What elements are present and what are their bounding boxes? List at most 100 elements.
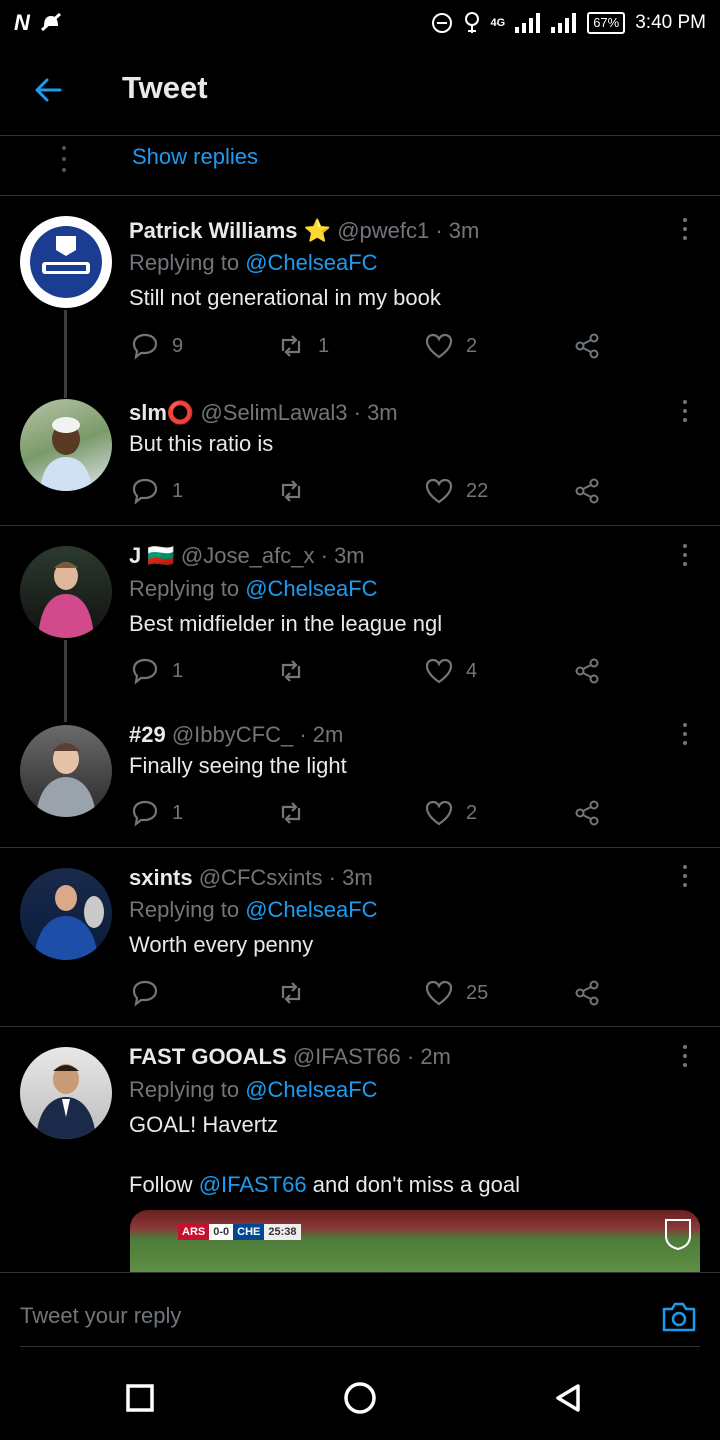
tweet-header: #29 @IbbyCFC_ · 2m — [129, 722, 343, 748]
author-name[interactable]: J 🇧🇬 — [129, 543, 175, 568]
thread-line — [64, 310, 67, 398]
tweet-actions: 1 2 — [130, 797, 610, 829]
tweet-actions: 9 1 2 — [130, 330, 610, 362]
tweet-time: · 3m — [328, 865, 373, 890]
more-options-icon[interactable] — [682, 400, 688, 422]
tweet-time: · 3m — [435, 218, 480, 243]
tweet-header: J 🇧🇬 @Jose_afc_x · 3m — [129, 543, 365, 569]
everton-crest-icon — [22, 218, 110, 306]
like-button[interactable]: 25 — [424, 977, 488, 1009]
app-header: Tweet — [0, 46, 720, 136]
share-icon — [575, 800, 599, 826]
divider — [0, 525, 720, 526]
retweet-button[interactable] — [276, 797, 318, 829]
retweet-button[interactable] — [276, 475, 318, 507]
reply-button[interactable]: 1 — [130, 655, 183, 687]
tweet-media-video[interactable]: ARS 0-0 CHE 25:38 — [130, 1210, 700, 1272]
back-triangle-icon[interactable] — [548, 1378, 588, 1418]
retweet-icon — [281, 660, 301, 682]
like-button[interactable]: 22 — [424, 475, 488, 507]
reply-input[interactable]: Tweet your reply — [20, 1303, 181, 1329]
reply-button[interactable]: 1 — [130, 797, 183, 829]
mention-link[interactable]: @ChelseaFC — [245, 576, 377, 601]
tweet-header: sxints @CFCsxints · 3m — [129, 865, 373, 891]
home-circle-icon[interactable] — [340, 1378, 380, 1418]
author-handle[interactable]: @Jose_afc_x — [181, 543, 315, 568]
back-arrow-icon[interactable] — [30, 72, 66, 108]
share-icon — [575, 478, 599, 504]
more-options-icon[interactable] — [682, 865, 688, 887]
mention-link[interactable]: @ChelseaFC — [245, 1077, 377, 1102]
tweet-text: But this ratio is — [129, 431, 274, 456]
avatar[interactable] — [20, 399, 112, 491]
author-handle[interactable]: @IbbyCFC_ — [172, 722, 293, 747]
avatar[interactable] — [20, 546, 112, 638]
more-options-icon[interactable] — [682, 723, 688, 745]
like-button[interactable]: 2 — [424, 330, 477, 362]
share-button[interactable] — [572, 330, 602, 362]
person-photo-icon — [40, 417, 92, 491]
reply-button[interactable]: 9 — [130, 330, 183, 362]
tweet-time: · 2m — [299, 722, 344, 747]
divider — [0, 1026, 720, 1027]
author-handle[interactable]: @CFCsxints — [199, 865, 323, 890]
heart-icon — [425, 658, 453, 684]
mention-link[interactable]: @ChelseaFC — [245, 250, 377, 275]
author-handle[interactable]: @IFAST66 — [293, 1044, 401, 1069]
divider — [0, 847, 720, 848]
mention-link[interactable]: @IFAST66 — [199, 1172, 307, 1197]
retweet-button[interactable]: 1 — [276, 330, 329, 362]
replying-to: Replying to @ChelseaFC — [129, 576, 378, 601]
retweet-button[interactable] — [276, 655, 318, 687]
avatar[interactable] — [20, 725, 112, 817]
show-replies-row[interactable]: Show replies — [0, 136, 720, 196]
reply-button[interactable]: 1 — [130, 475, 183, 507]
share-button[interactable] — [572, 977, 602, 1009]
retweet-icon — [281, 480, 301, 502]
author-handle[interactable]: @SelimLawal3 — [200, 400, 347, 425]
scoreboard: ARS 0-0 CHE 25:38 — [178, 1224, 301, 1240]
tweet-header: Patrick Williams ⭐ @pwefc1 · 3m — [129, 218, 479, 244]
share-button[interactable] — [572, 655, 602, 687]
mention-link[interactable]: @ChelseaFC — [245, 897, 377, 922]
like-button[interactable]: 2 — [424, 797, 477, 829]
share-button[interactable] — [572, 797, 602, 829]
tweet-time: · 3m — [320, 543, 365, 568]
heart-icon — [425, 800, 453, 826]
tweet-actions: 25 — [130, 977, 610, 1009]
match-clock: 25:38 — [264, 1224, 301, 1240]
recents-square-icon[interactable] — [120, 1378, 160, 1418]
notification-muted-icon — [40, 12, 61, 32]
player-photo-icon — [38, 562, 94, 638]
avatar[interactable] — [20, 868, 112, 960]
like-button[interactable]: 4 — [424, 655, 477, 687]
thread-dots-icon — [62, 146, 66, 172]
share-button[interactable] — [572, 475, 602, 507]
author-name[interactable]: sxints — [129, 865, 193, 890]
show-replies-link[interactable]: Show replies — [132, 144, 258, 170]
reply-icon — [132, 658, 158, 685]
tweet-time: · 3m — [353, 400, 398, 425]
author-name[interactable]: slm⭕ — [129, 400, 194, 425]
more-options-icon[interactable] — [682, 1045, 688, 1067]
camera-icon[interactable] — [660, 1299, 698, 1335]
reply-button[interactable] — [130, 977, 172, 1009]
share-icon — [575, 333, 599, 359]
retweet-icon — [281, 335, 301, 357]
author-name[interactable]: FAST GOOALS — [129, 1044, 287, 1069]
reply-composer[interactable]: Tweet your reply — [0, 1272, 720, 1348]
author-name[interactable]: Patrick Williams ⭐ — [129, 218, 331, 243]
more-options-icon[interactable] — [682, 218, 688, 240]
retweet-icon — [281, 982, 301, 1004]
tweet-text-line-2: Follow @IFAST66 and don't miss a goal — [129, 1172, 520, 1197]
retweet-button[interactable] — [276, 977, 318, 1009]
more-options-icon[interactable] — [682, 544, 688, 566]
network-type: 4G — [490, 17, 506, 29]
author-handle[interactable]: @pwefc1 — [337, 218, 429, 243]
replying-to: Replying to @ChelseaFC — [129, 250, 378, 275]
author-name[interactable]: #29 — [129, 722, 166, 747]
avatar[interactable] — [20, 1047, 112, 1139]
heart-icon — [425, 333, 453, 359]
person-photo-icon — [36, 1064, 96, 1139]
avatar[interactable] — [20, 216, 112, 308]
